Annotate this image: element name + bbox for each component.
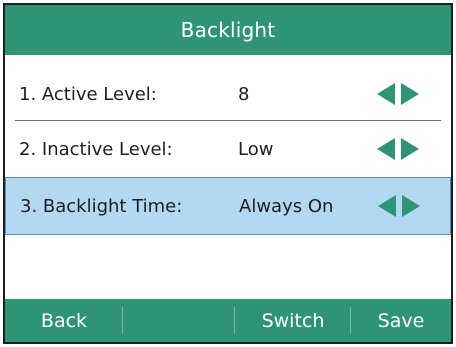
save-softkey-label: Save bbox=[377, 309, 425, 332]
active-level-value: 8 bbox=[238, 83, 250, 105]
right-arrow-icon[interactable] bbox=[401, 83, 419, 105]
inactive-level-label: 2. Inactive Level: bbox=[19, 138, 173, 160]
inactive-level-arrows bbox=[377, 138, 419, 160]
left-arrow-icon[interactable] bbox=[378, 195, 396, 217]
empty-softkey[interactable] bbox=[123, 299, 235, 342]
row-divider bbox=[15, 120, 441, 121]
softkey-bar: Back Switch Save bbox=[5, 299, 451, 342]
active-level-arrows bbox=[377, 83, 419, 105]
backlight-time-value: Always On bbox=[239, 195, 334, 217]
switch-softkey[interactable]: Switch bbox=[235, 299, 351, 342]
inactive-level-value: Low bbox=[238, 138, 274, 160]
right-arrow-icon[interactable] bbox=[402, 195, 420, 217]
menu-row-active-level[interactable]: 1. Active Level: 8 bbox=[5, 67, 451, 121]
page-title: Backlight bbox=[180, 18, 276, 42]
backlight-time-label: 3. Backlight Time: bbox=[20, 195, 183, 217]
back-softkey-label: Back bbox=[40, 309, 88, 332]
left-arrow-icon[interactable] bbox=[377, 138, 395, 160]
menu-row-backlight-time[interactable]: 3. Backlight Time: Always On bbox=[5, 177, 451, 235]
phone-screen: Backlight 1. Active Level: 8 2. Inactive… bbox=[3, 3, 453, 344]
menu-row-inactive-level[interactable]: 2. Inactive Level: Low bbox=[5, 122, 451, 176]
back-softkey[interactable]: Back bbox=[5, 299, 123, 342]
save-softkey[interactable]: Save bbox=[351, 299, 451, 342]
right-arrow-icon[interactable] bbox=[401, 138, 419, 160]
active-level-label: 1. Active Level: bbox=[19, 83, 157, 105]
page-title-bar: Backlight bbox=[5, 5, 451, 55]
left-arrow-icon[interactable] bbox=[377, 83, 395, 105]
backlight-time-arrows bbox=[378, 195, 420, 217]
switch-softkey-label: Switch bbox=[261, 309, 325, 332]
